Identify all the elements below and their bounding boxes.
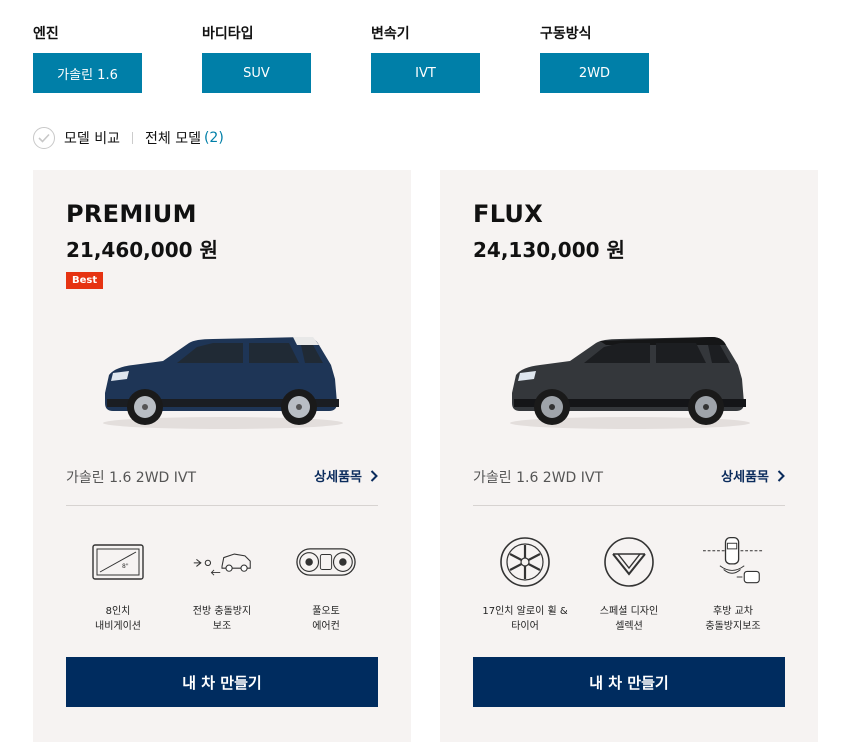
detail-link[interactable]: 상세품목 bbox=[314, 466, 378, 485]
feature-item: 8" 8인치 내비게이션 bbox=[66, 532, 170, 634]
feature-item: 전방 충돌방지 보조 bbox=[170, 532, 274, 634]
design-selection-icon bbox=[599, 532, 659, 592]
feature-item: 17인치 알로이 휠 & 타이어 bbox=[473, 532, 577, 634]
model-count: (2) bbox=[203, 130, 224, 146]
detail-link[interactable]: 상세품목 bbox=[721, 466, 785, 485]
build-car-button[interactable]: 내 차 만들기 bbox=[66, 657, 378, 707]
divider bbox=[66, 505, 378, 506]
detail-label: 상세품목 bbox=[721, 470, 769, 485]
trim-price: 24,130,000 원 bbox=[473, 238, 625, 262]
full-auto-aircon-icon bbox=[296, 532, 356, 592]
trim-price: 21,460,000 원 bbox=[66, 238, 218, 262]
detail-label: 상세품목 bbox=[314, 470, 362, 485]
trim-spec: 가솔린 1.6 2WD IVT bbox=[473, 470, 604, 486]
filter-engine: 엔진 가솔린 1.6 bbox=[33, 24, 202, 93]
chevron-right-icon bbox=[370, 469, 378, 482]
filter-label: 구동방식 bbox=[540, 26, 592, 42]
drivetrain-select-button[interactable]: 2WD bbox=[540, 53, 649, 93]
filter-body-type: 바디타입 SUV bbox=[202, 24, 371, 93]
chevron-right-icon bbox=[777, 469, 785, 482]
divider bbox=[131, 132, 133, 144]
check-icon bbox=[38, 133, 50, 143]
feature-label: 풀오토 에어컨 bbox=[312, 606, 340, 632]
car-image bbox=[103, 337, 343, 429]
compare-label[interactable]: 모델 비교 bbox=[64, 128, 120, 148]
feature-label: 17인치 알로이 휠 & 타이어 bbox=[482, 606, 568, 632]
rear-cross-traffic-icon bbox=[703, 532, 763, 592]
compare-checkbox[interactable] bbox=[33, 127, 55, 149]
feature-label: 8인치 내비게이션 bbox=[95, 606, 141, 632]
trim-name: FLUX bbox=[473, 200, 544, 228]
feature-list: 17인치 알로이 휠 & 타이어 스페셜 디자인 셀렉션 후방 교차 충돌방지보… bbox=[473, 532, 785, 634]
svg-text:8": 8" bbox=[122, 563, 129, 570]
compare-row: 모델 비교 전체 모델 (2) bbox=[33, 127, 224, 149]
filter-label: 바디타입 bbox=[202, 26, 254, 42]
alloy-wheel-icon bbox=[495, 532, 555, 592]
build-car-button[interactable]: 내 차 만들기 bbox=[473, 657, 785, 707]
filter-transmission: 변속기 IVT bbox=[371, 24, 540, 93]
filter-label: 엔진 bbox=[33, 26, 59, 42]
filter-label: 변속기 bbox=[371, 26, 410, 42]
body-type-select-button[interactable]: SUV bbox=[202, 53, 311, 93]
car-image bbox=[510, 337, 750, 429]
divider bbox=[473, 505, 785, 506]
forward-collision-icon bbox=[192, 532, 252, 592]
all-models-label: 전체 모델 bbox=[144, 131, 201, 147]
feature-label: 후방 교차 충돌방지보조 bbox=[705, 606, 761, 632]
best-badge: Best bbox=[66, 272, 104, 289]
trim-card-premium: PREMIUM 21,460,000 원 Best 가솔린 1.6 2WD IV… bbox=[33, 170, 411, 742]
feature-label: 스페셜 디자인 셀렉션 bbox=[599, 606, 659, 632]
filter-bar: 엔진 가솔린 1.6 바디타입 SUV 변속기 IVT 구동방식 2WD bbox=[33, 24, 709, 93]
trim-spec: 가솔린 1.6 2WD IVT bbox=[66, 470, 197, 486]
feature-list: 8" 8인치 내비게이션 전방 충돌방지 보조 풀오토 에어컨 bbox=[66, 532, 378, 634]
feature-item: 스페셜 디자인 셀렉션 bbox=[577, 532, 681, 634]
feature-label: 전방 충돌방지 보조 bbox=[192, 606, 252, 632]
engine-select-button[interactable]: 가솔린 1.6 bbox=[33, 53, 142, 93]
trim-name: PREMIUM bbox=[66, 200, 197, 228]
transmission-select-button[interactable]: IVT bbox=[371, 53, 480, 93]
feature-item: 후방 교차 충돌방지보조 bbox=[681, 532, 785, 634]
trim-card-flux: FLUX 24,130,000 원 가솔린 1.6 2WD IVT 상세품목 1… bbox=[440, 170, 818, 742]
navigation-screen-icon: 8" bbox=[88, 532, 148, 592]
feature-item: 풀오토 에어컨 bbox=[274, 532, 378, 634]
filter-drivetrain: 구동방식 2WD bbox=[540, 24, 709, 93]
